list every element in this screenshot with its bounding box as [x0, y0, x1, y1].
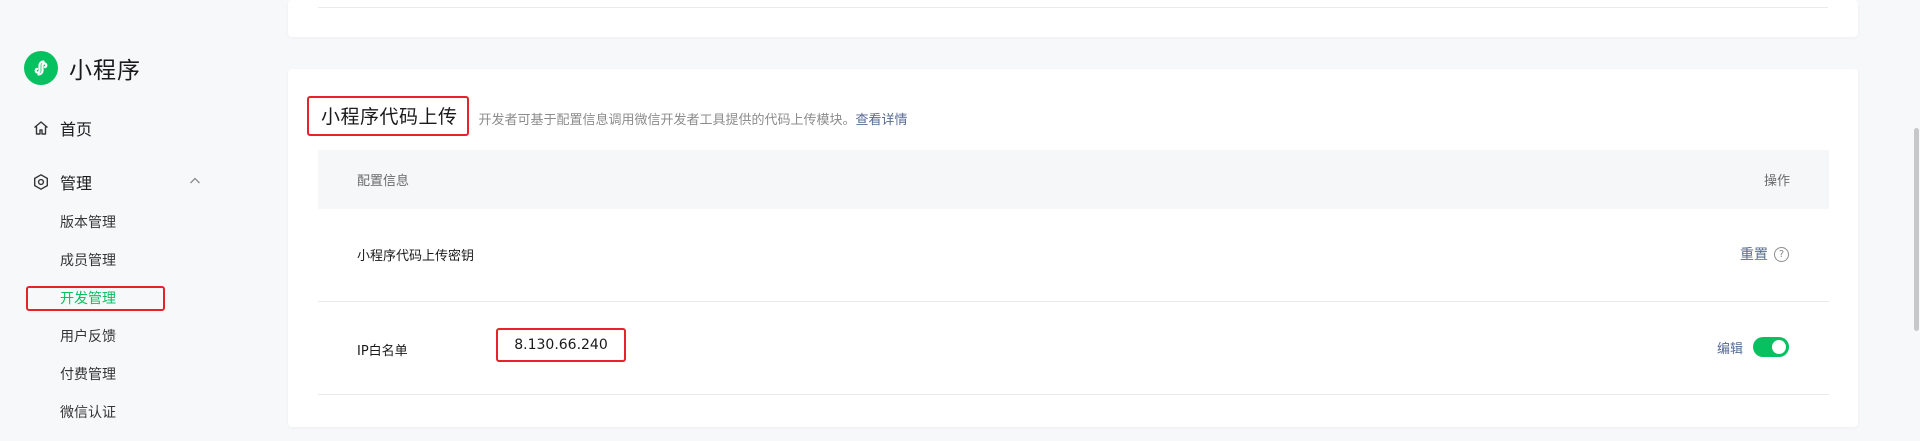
- scrollbar-thumb[interactable]: [1914, 128, 1919, 331]
- divider: [318, 7, 1828, 8]
- edit-link[interactable]: 编辑: [1717, 338, 1743, 357]
- sidebar-item-home[interactable]: 首页: [32, 115, 92, 141]
- sidebar-item-wechat-auth[interactable]: 微信认证: [60, 403, 116, 423]
- column-header-config: 配置信息: [357, 174, 410, 189]
- ip-whitelist-toggle[interactable]: [1753, 337, 1789, 357]
- question-icon[interactable]: ?: [1774, 246, 1789, 262]
- table-row: IP白名单 8.130.66.240 编辑: [318, 302, 1829, 395]
- table-row: 小程序代码上传密钥 重置 ?: [318, 209, 1829, 302]
- app-name: 小程序: [69, 58, 141, 84]
- previous-card: [288, 0, 1858, 37]
- sidebar-item-version[interactable]: 版本管理: [60, 213, 116, 233]
- detail-link[interactable]: 查看详情: [856, 109, 908, 128]
- table-header: 配置信息 操作: [318, 150, 1829, 209]
- section-description: 开发者可基于配置信息调用微信开发者工具提供的代码上传模块。: [478, 112, 856, 128]
- miniprogram-logo-icon: [24, 51, 58, 85]
- edit-action: 编辑: [1717, 337, 1789, 357]
- sidebar: 小程序 首页 管理 版本管理 成员管理 开发管理 用户反馈 付费管理 微信认证: [0, 0, 270, 441]
- sidebar-item-payment[interactable]: 付费管理: [60, 365, 116, 385]
- reset-button[interactable]: 重置 ?: [1740, 244, 1789, 264]
- home-icon: [32, 119, 50, 137]
- sidebar-item-feedback[interactable]: 用户反馈: [60, 327, 116, 347]
- sidebar-item-label: 首页: [60, 120, 93, 139]
- chevron-up-icon[interactable]: [188, 173, 202, 192]
- section-header: 小程序代码上传 开发者可基于配置信息调用微信开发者工具提供的代码上传模块。 查看…: [307, 96, 908, 136]
- column-header-action: 操作: [1763, 174, 1790, 189]
- sidebar-item-manage[interactable]: 管理: [32, 169, 202, 195]
- upload-key-label: 小程序代码上传密钥: [357, 249, 475, 264]
- sidebar-item-label: 管理: [60, 174, 93, 193]
- code-upload-card: 小程序代码上传 开发者可基于配置信息调用微信开发者工具提供的代码上传模块。 查看…: [288, 69, 1858, 427]
- section-title: 小程序代码上传: [307, 96, 469, 136]
- app-logo[interactable]: 小程序: [24, 51, 141, 85]
- page-scrollbar[interactable]: [1912, 0, 1920, 441]
- ip-whitelist-value: 8.130.66.240: [496, 328, 626, 362]
- sidebar-item-members[interactable]: 成员管理: [60, 251, 116, 271]
- reset-label: 重置: [1740, 247, 1768, 263]
- manage-icon: [32, 173, 50, 191]
- ip-whitelist-label: IP白名单: [357, 344, 408, 359]
- highlight-box: [26, 286, 165, 311]
